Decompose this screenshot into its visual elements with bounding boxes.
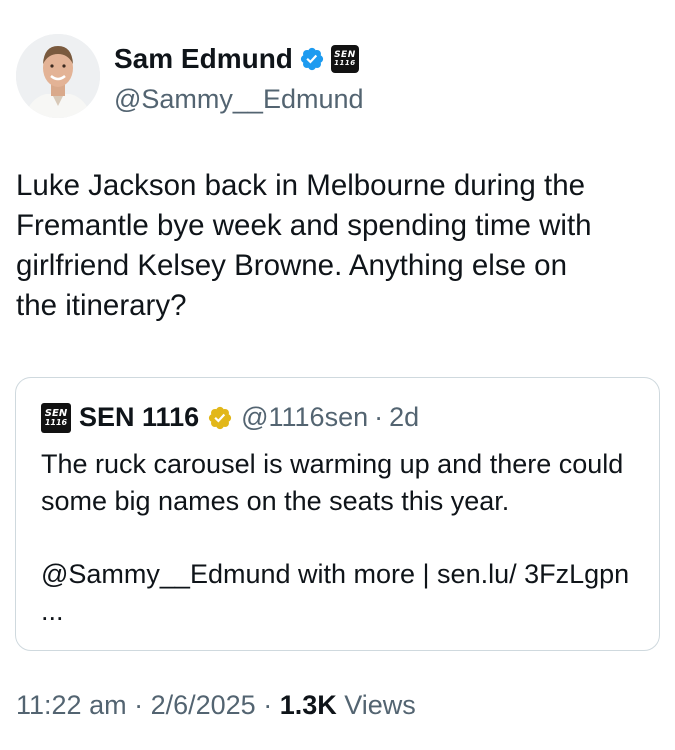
verified-badge-icon [300, 47, 324, 71]
separator-dot: · [374, 402, 384, 432]
avatar[interactable] [16, 34, 100, 118]
tweet-meta: 11:22 am · 2/6/2025 · 1.3K Views [16, 690, 416, 721]
quote-author-name: SEN 1116 [79, 402, 200, 432]
author-name-row: Sam Edmund SEN 1116 [114, 42, 359, 76]
sen-1116-logo-icon: SEN 1116 [41, 402, 71, 433]
author-handle[interactable]: @Sammy__Edmund [114, 82, 364, 116]
quote-text-link-line: @Sammy__Edmund with more | sen.lu/ 3FzLg… [41, 559, 630, 626]
author-name[interactable]: Sam Edmund [114, 42, 293, 76]
tweet-header: Sam Edmund SEN 1116 @Sammy__Edmund [16, 34, 656, 124]
avatar-image [16, 34, 100, 118]
tweet-text: Luke Jackson back in Melbourne during th… [16, 169, 592, 322]
gold-verified-badge-icon [209, 406, 232, 429]
separator-dot: · [255, 690, 280, 720]
tweet-time[interactable]: 11:22 am [16, 690, 127, 720]
quote-header: SEN 1116 SEN 1116 @1116sen · 2d [41, 402, 419, 433]
quote-author-handle: @1116sen [241, 402, 369, 432]
views-count: 1.3K [279, 690, 337, 720]
quote-tweet-card[interactable]: SEN 1116 SEN 1116 @1116sen · 2d The ruck… [15, 377, 660, 651]
views-label: Views [336, 690, 416, 720]
tweet-date[interactable]: 2/6/2025 [151, 690, 256, 720]
separator-dot: · [126, 690, 151, 720]
cut-off-icon [567, 0, 589, 6]
quote-timestamp: 2d [389, 402, 420, 432]
quote-text: The ruck carousel is warming up and ther… [41, 449, 624, 516]
sen-1116-logo-icon[interactable]: SEN 1116 [330, 45, 359, 73]
